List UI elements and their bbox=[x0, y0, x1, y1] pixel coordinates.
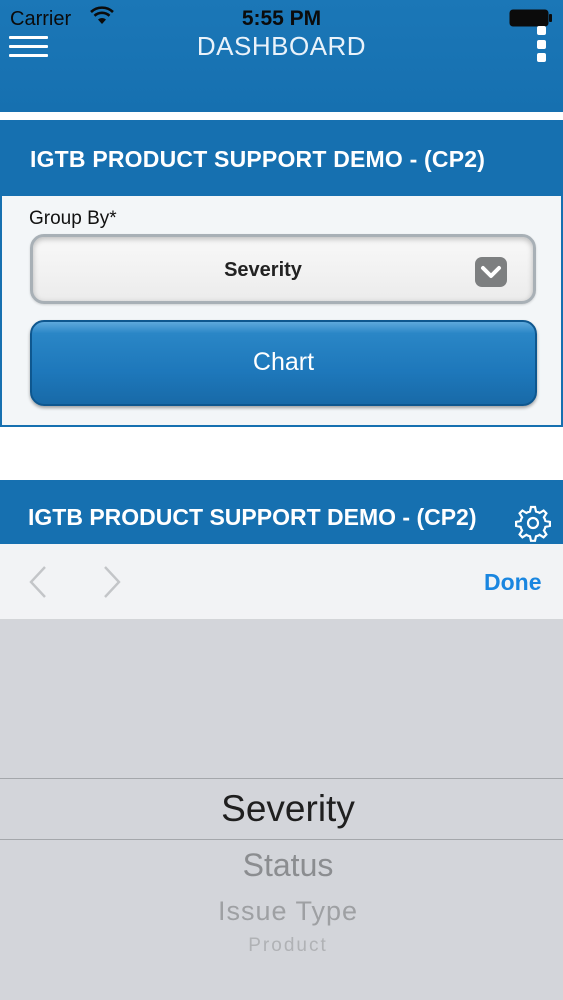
selection-line-bottom bbox=[0, 839, 563, 840]
form-area: Group By* Severity Chart bbox=[2, 196, 561, 425]
picker-option-product[interactable]: Product bbox=[0, 935, 563, 957]
group-by-picker[interactable]: Severity Status Issue Type Product bbox=[0, 620, 563, 1000]
group-by-value: Severity bbox=[224, 259, 302, 281]
gear-icon[interactable] bbox=[514, 504, 552, 542]
more-vertical-icon[interactable] bbox=[532, 24, 550, 64]
picker-option-severity[interactable]: Severity bbox=[0, 788, 563, 830]
app-header: Carrier 5:55 PM DASHBOARD bbox=[0, 0, 563, 112]
page-title: DASHBOARD bbox=[196, 31, 367, 61]
group-by-label: Group By* bbox=[29, 208, 117, 229]
picker-option-status[interactable]: Status bbox=[0, 847, 563, 884]
chevron-down-icon bbox=[475, 257, 507, 287]
chevron-right-icon[interactable] bbox=[100, 564, 124, 600]
picker-toolbar: Done bbox=[0, 544, 563, 620]
panel-header: IGTB PRODUCT SUPPORT DEMO - (CP2) bbox=[2, 122, 563, 198]
panel-title: IGTB PRODUCT SUPPORT DEMO - (CP2) bbox=[30, 146, 486, 172]
chart-button[interactable]: Chart bbox=[30, 320, 537, 406]
panel2-header: IGTB PRODUCT SUPPORT DEMO - (CP2) bbox=[0, 480, 563, 544]
chevron-left-icon[interactable] bbox=[26, 564, 50, 600]
selection-line-top bbox=[0, 778, 563, 779]
panel2-title: IGTB PRODUCT SUPPORT DEMO - (CP2) bbox=[28, 504, 477, 530]
done-button[interactable]: Done bbox=[484, 569, 542, 596]
picker-option-issue-type[interactable]: Issue Type bbox=[0, 896, 563, 927]
clock: 5:55 PM bbox=[241, 7, 322, 30]
group-by-select[interactable]: Severity bbox=[30, 234, 536, 304]
group-by-panel: IGTB PRODUCT SUPPORT DEMO - (CP2) Group … bbox=[0, 120, 563, 427]
